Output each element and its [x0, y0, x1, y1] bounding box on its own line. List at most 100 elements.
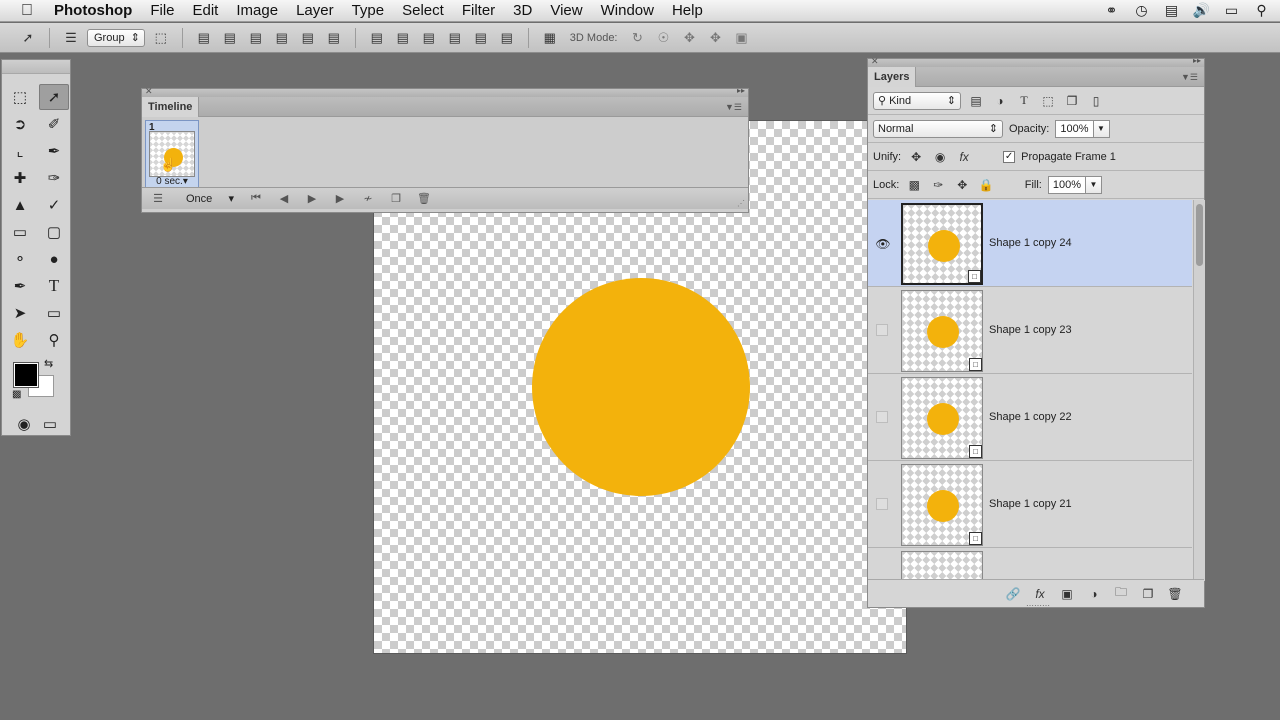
resize-grip-icon[interactable]: ⋯⋯⋯: [1026, 601, 1050, 610]
type-filter-icon[interactable]: T: [1015, 92, 1033, 110]
align-bottom-icon[interactable]: ▤: [246, 28, 266, 48]
lock-transparency-icon[interactable]: ▩: [905, 176, 923, 194]
panel-menu-icon[interactable]: ▼☰: [1181, 72, 1198, 83]
collapse-icon[interactable]: ▸▸: [1193, 56, 1201, 65]
first-frame-icon[interactable]: ⏮: [246, 191, 266, 207]
filter-toggle-icon[interactable]: ▯: [1087, 92, 1105, 110]
type-tool-icon[interactable]: T: [39, 273, 69, 299]
unify-style-icon[interactable]: fx: [955, 148, 973, 166]
delete-frame-icon[interactable]: 🗑: [414, 191, 434, 207]
align-right-icon[interactable]: ▤: [324, 28, 344, 48]
menu-filter[interactable]: Filter: [453, 2, 504, 19]
delete-layer-icon[interactable]: 🗑: [1166, 586, 1184, 602]
smart-object-filter-icon[interactable]: ❐: [1063, 92, 1081, 110]
distribute-center-icon[interactable]: ▤: [393, 28, 413, 48]
quick-selection-tool-icon[interactable]: ✐: [39, 111, 69, 137]
menu-edit[interactable]: Edit: [184, 2, 228, 19]
layer-row[interactable]: 👁 □ Shape 1 copy 24: [868, 200, 1192, 287]
tab-timeline[interactable]: Timeline: [142, 97, 200, 117]
history-brush-tool-icon[interactable]: ✓: [39, 192, 69, 218]
3d-roll-icon[interactable]: ☉: [654, 28, 674, 48]
move-tool-icon[interactable]: ➚: [39, 84, 69, 110]
layer-name[interactable]: Shape 1 copy 23: [989, 324, 1072, 336]
adjustment-filter-icon[interactable]: ◑: [991, 92, 1009, 110]
menu-app[interactable]: Photoshop: [54, 2, 141, 19]
align-vertical-center-icon[interactable]: ▤: [220, 28, 240, 48]
resize-grip-icon[interactable]: ⋰: [737, 199, 745, 208]
shape-filter-icon[interactable]: ⬚: [1039, 92, 1057, 110]
lock-pixels-icon[interactable]: ✑: [929, 176, 947, 194]
adjustment-layer-icon[interactable]: ◑: [1085, 586, 1103, 602]
creative-cloud-icon[interactable]: ⚭: [1103, 2, 1120, 18]
scrollbar-thumb[interactable]: [1196, 204, 1203, 266]
propagate-checkbox[interactable]: ✓: [1003, 150, 1016, 163]
link-layers-icon[interactable]: 🔗: [1004, 586, 1022, 602]
close-icon[interactable]: ✕: [871, 56, 879, 67]
convert-timeline-icon[interactable]: ☰: [148, 191, 168, 207]
new-group-icon[interactable]: 🗀: [1112, 585, 1130, 602]
blur-tool-icon[interactable]: ⚬: [5, 246, 35, 272]
close-icon[interactable]: ✕: [145, 86, 153, 97]
layer-name[interactable]: Shape 1 copy 22: [989, 411, 1072, 423]
filter-kind-dropdown[interactable]: ⚲ Kind ⇕: [873, 91, 961, 110]
eye-icon[interactable]: 👁: [875, 237, 890, 251]
marquee-tool-icon[interactable]: ⬚: [5, 84, 35, 110]
fill-input[interactable]: 100%: [1047, 175, 1086, 194]
screen-icon[interactable]: ▭: [1223, 2, 1240, 18]
align-horizontal-center-icon[interactable]: ▤: [298, 28, 318, 48]
crop-tool-icon[interactable]: ⌞: [5, 138, 35, 164]
menu-file[interactable]: File: [141, 2, 183, 19]
apple-menu-icon[interactable]: : [0, 2, 54, 20]
pen-tool-icon[interactable]: ✒: [5, 273, 35, 299]
previous-frame-icon[interactable]: ◀: [274, 191, 294, 207]
frame-delay-dropdown[interactable]: 0 sec.▾: [146, 176, 198, 187]
gradient-tool-icon[interactable]: ▢: [39, 219, 69, 245]
time-machine-icon[interactable]: ◷: [1133, 2, 1150, 18]
duplicate-frame-icon[interactable]: ❐: [386, 191, 406, 207]
distribute-left-icon[interactable]: ▤: [445, 28, 465, 48]
menu-layer[interactable]: Layer: [287, 2, 343, 19]
menu-view[interactable]: View: [541, 2, 591, 19]
distribute-hcenter-icon[interactable]: ▤: [471, 28, 491, 48]
swap-colors-icon[interactable]: ⇆: [44, 357, 53, 370]
align-left-icon[interactable]: ▤: [272, 28, 292, 48]
dodge-tool-icon[interactable]: ●: [39, 246, 69, 272]
layer-row[interactable]: [868, 548, 1192, 581]
distribute-right-icon[interactable]: ▤: [497, 28, 517, 48]
visibility-toggle[interactable]: [876, 324, 888, 336]
collapse-icon[interactable]: ▸▸: [737, 86, 745, 95]
layer-name[interactable]: Shape 1 copy 21: [989, 498, 1072, 510]
layer-style-icon[interactable]: fx: [1031, 586, 1049, 602]
auto-align-icon[interactable]: ▦: [540, 28, 560, 48]
panel-grip[interactable]: [2, 60, 70, 74]
tween-icon[interactable]: ≁: [358, 191, 378, 207]
menu-type[interactable]: Type: [343, 2, 394, 19]
path-selection-tool-icon[interactable]: ➤: [5, 300, 35, 326]
auto-select-layers-icon[interactable]: ☰: [61, 28, 81, 48]
lock-position-icon[interactable]: ✥: [953, 176, 971, 194]
layer-row[interactable]: □ Shape 1 copy 23: [868, 287, 1192, 374]
orange-circle-shape[interactable]: [532, 278, 750, 496]
eraser-tool-icon[interactable]: ▭: [5, 219, 35, 245]
menu-image[interactable]: Image: [227, 2, 287, 19]
hand-tool-icon[interactable]: ✋: [5, 327, 35, 353]
healing-brush-tool-icon[interactable]: ✚: [5, 165, 35, 191]
3d-rotate-icon[interactable]: ↻: [628, 28, 648, 48]
transform-controls-icon[interactable]: ⬚: [151, 28, 171, 48]
lasso-tool-icon[interactable]: ➲: [5, 111, 35, 137]
unify-visibility-icon[interactable]: ◉: [931, 148, 949, 166]
spotlight-icon[interactable]: ⚲: [1253, 2, 1270, 18]
visibility-toggle[interactable]: [876, 411, 888, 423]
zoom-tool-icon[interactable]: ⚲: [39, 327, 69, 353]
pixel-filter-icon[interactable]: ▤: [967, 92, 985, 110]
layer-row[interactable]: □ Shape 1 copy 22: [868, 374, 1192, 461]
foreground-color-swatch[interactable]: [13, 362, 39, 388]
3d-scale-icon[interactable]: ▣: [732, 28, 752, 48]
auto-select-dropdown[interactable]: Group ⇕: [87, 28, 145, 47]
shape-tool-icon[interactable]: ▭: [39, 300, 69, 326]
visibility-toggle[interactable]: [876, 498, 888, 510]
menu-select[interactable]: Select: [393, 2, 453, 19]
clone-stamp-tool-icon[interactable]: ▲: [5, 192, 35, 218]
tab-layers[interactable]: Layers: [868, 67, 917, 87]
distribute-top-icon[interactable]: ▤: [367, 28, 387, 48]
